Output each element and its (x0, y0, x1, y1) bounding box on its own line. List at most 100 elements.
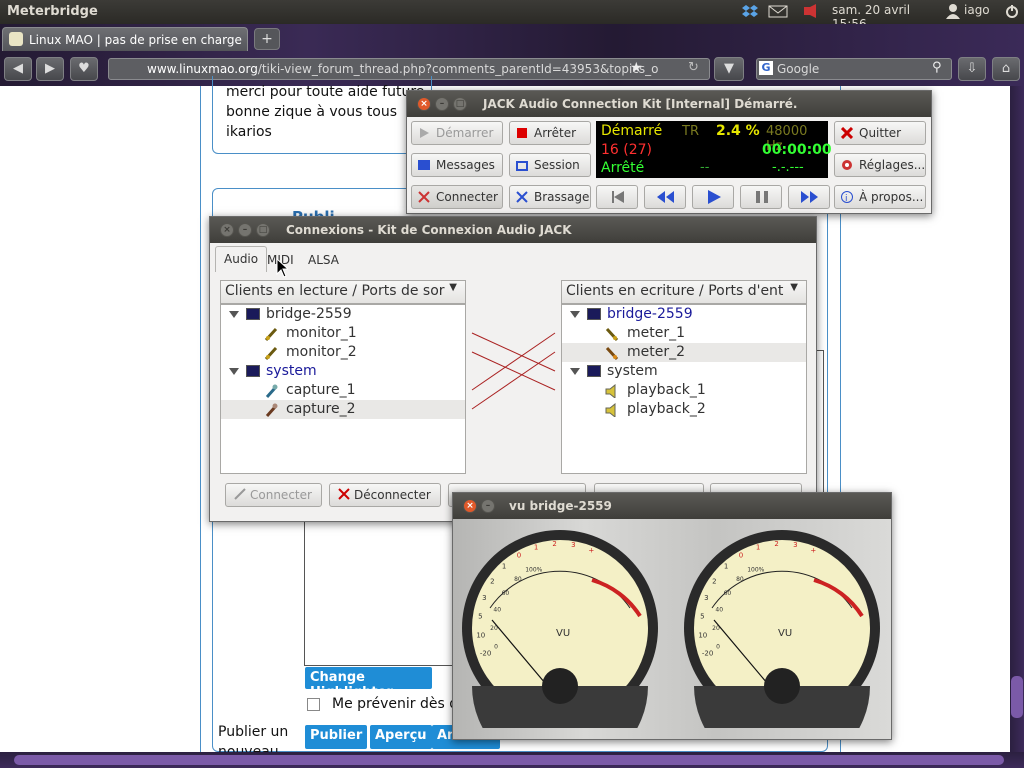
writable-port-playback-1[interactable]: playback_1 (627, 382, 706, 401)
vu-percent-label: 0 (494, 643, 498, 650)
expander-icon[interactable] (570, 368, 580, 375)
about-button[interactable]: iÀ propos... (834, 185, 926, 209)
chevron-down-icon: ▼ (449, 282, 457, 293)
vu-scale-label: -20 (702, 649, 713, 657)
stop-button[interactable]: Arrêter (509, 121, 591, 145)
dropbox-icon[interactable] (742, 3, 758, 21)
expander-icon[interactable] (229, 311, 239, 318)
tab-alsa[interactable]: ALSA (300, 248, 347, 274)
download-button[interactable]: ⇩ (958, 57, 986, 81)
publier-button[interactable]: Publier (305, 725, 368, 749)
notify-checkbox[interactable] (307, 698, 320, 711)
url-path: /tiki-view_forum_thread.php?comments_par… (257, 62, 659, 76)
client-icon (246, 365, 260, 377)
disconnect-ports-button[interactable]: Déconnecter (329, 483, 441, 507)
volume-icon[interactable] (802, 3, 822, 21)
forward-button[interactable]: ▶ (36, 57, 64, 81)
rewind-start-button[interactable] (596, 185, 638, 209)
jack-status-display: Démarré TR 2.4 % 48000 Hz 16 (27) 00:00:… (596, 121, 832, 178)
connection-lines[interactable] (466, 304, 561, 474)
writable-clients-header[interactable]: Clients en ecriture / Ports d'ent ▼ (561, 280, 807, 304)
play-icon (708, 190, 721, 204)
vu-scale-label: 2 (774, 540, 778, 548)
pause-button[interactable] (740, 185, 782, 209)
vu-scale-label: 5 (700, 613, 704, 621)
expander-icon[interactable] (229, 368, 239, 375)
maximize-icon[interactable]: □ (453, 97, 467, 111)
expander-icon[interactable] (570, 311, 580, 318)
readable-port-monitor-2[interactable]: monitor_2 (286, 344, 357, 363)
horizontal-scroll-thumb[interactable] (14, 755, 1004, 765)
page-border-left (200, 86, 201, 752)
writable-port-meter-2[interactable]: meter_2 (627, 344, 685, 363)
realtime-indicator: TR (682, 124, 699, 139)
vu-titlebar[interactable]: × – vu bridge-2559 (453, 493, 891, 519)
minimize-icon[interactable]: – (435, 97, 449, 111)
close-icon[interactable]: × (417, 97, 431, 111)
messages-button[interactable]: Messages (411, 153, 503, 177)
play-button[interactable] (692, 185, 734, 209)
minimize-icon[interactable]: – (481, 499, 495, 513)
vertical-scroll-thumb[interactable] (1011, 676, 1023, 718)
maximize-icon[interactable]: □ (256, 223, 270, 237)
readable-port-monitor-1[interactable]: monitor_1 (286, 325, 357, 344)
patchbay-button[interactable]: Brassage (509, 185, 591, 209)
quit-button[interactable]: Quitter (834, 121, 926, 145)
vertical-scrollbar[interactable] (1010, 86, 1024, 752)
search-input[interactable]: Google (756, 58, 952, 80)
connect-button[interactable]: Connecter (411, 185, 503, 209)
browser-tab[interactable]: Linux MAO | pas de prise en charge ... (2, 27, 248, 51)
apercu-button[interactable]: Aperçu (370, 725, 432, 749)
clock[interactable]: sam. 20 avril 15:56 (832, 3, 942, 31)
user-icon[interactable] (946, 3, 960, 21)
writable-client-system[interactable]: system (607, 363, 658, 382)
mail-icon[interactable] (768, 3, 788, 21)
session-button[interactable]: Session (509, 153, 591, 177)
user-name[interactable]: iago (964, 3, 1004, 21)
star-icon[interactable]: ★ (630, 60, 643, 76)
search-icon[interactable]: ⚲ (932, 60, 942, 75)
connect-ports-button[interactable]: Connecter (225, 483, 322, 507)
readable-client-bridge[interactable]: bridge-2559 (266, 306, 352, 325)
settings-button[interactable]: Réglages... (834, 153, 926, 177)
client-icon (587, 308, 601, 320)
start-button[interactable]: Démarrer (411, 121, 503, 145)
minimize-icon[interactable]: – (238, 223, 252, 237)
vu-scale-label: + (810, 546, 816, 554)
back-button[interactable]: ◀ (4, 57, 32, 81)
google-icon: G (759, 61, 773, 75)
readable-port-capture-2[interactable]: capture_2 (286, 401, 356, 420)
readable-clients-header[interactable]: Clients en lecture / Ports de sor ▼ (220, 280, 466, 304)
close-icon[interactable]: × (463, 499, 477, 513)
readable-port-capture-1[interactable]: capture_1 (286, 382, 356, 401)
writable-port-playback-2[interactable]: playback_2 (627, 401, 706, 420)
reload-icon[interactable]: ↻ (688, 60, 699, 75)
rewind-button[interactable] (644, 185, 686, 209)
plug-icon (234, 488, 246, 503)
vu-label: VU (556, 628, 570, 639)
info-icon: i (841, 191, 853, 204)
power-icon[interactable] (1004, 3, 1020, 21)
vu-percent-label: 0 (716, 643, 720, 650)
skip-back-icon (612, 191, 624, 203)
vu-scale-label: + (588, 546, 594, 554)
change-highlighter-button[interactable]: Change Highlighter (305, 667, 432, 700)
url-domain: www.linuxmao.org (147, 62, 258, 76)
fast-forward-button[interactable] (788, 185, 830, 209)
close-icon[interactable]: × (220, 223, 234, 237)
readable-client-system[interactable]: system (266, 363, 317, 382)
writable-client-bridge[interactable]: bridge-2559 (607, 306, 693, 325)
connections-titlebar[interactable]: × – □ Connexions - Kit de Connexion Audi… (210, 217, 816, 243)
vu-percent-label: 40 (493, 607, 501, 614)
session-icon (516, 159, 528, 171)
microphone-icon (265, 384, 278, 398)
writable-port-meter-1[interactable]: meter_1 (627, 325, 685, 344)
home-button[interactable]: ⌂ (992, 57, 1020, 81)
jack-titlebar[interactable]: × – □ JACK Audio Connection Kit [Interna… (407, 91, 931, 117)
fast-forward-icon (801, 191, 818, 203)
new-tab-button[interactable]: + (254, 28, 280, 50)
vu-scale-label: 3 (704, 594, 708, 602)
addon-button[interactable]: ▼ (714, 57, 744, 81)
input-port-icon (605, 327, 619, 341)
bookmarks-icon[interactable]: ♥ (70, 57, 98, 81)
